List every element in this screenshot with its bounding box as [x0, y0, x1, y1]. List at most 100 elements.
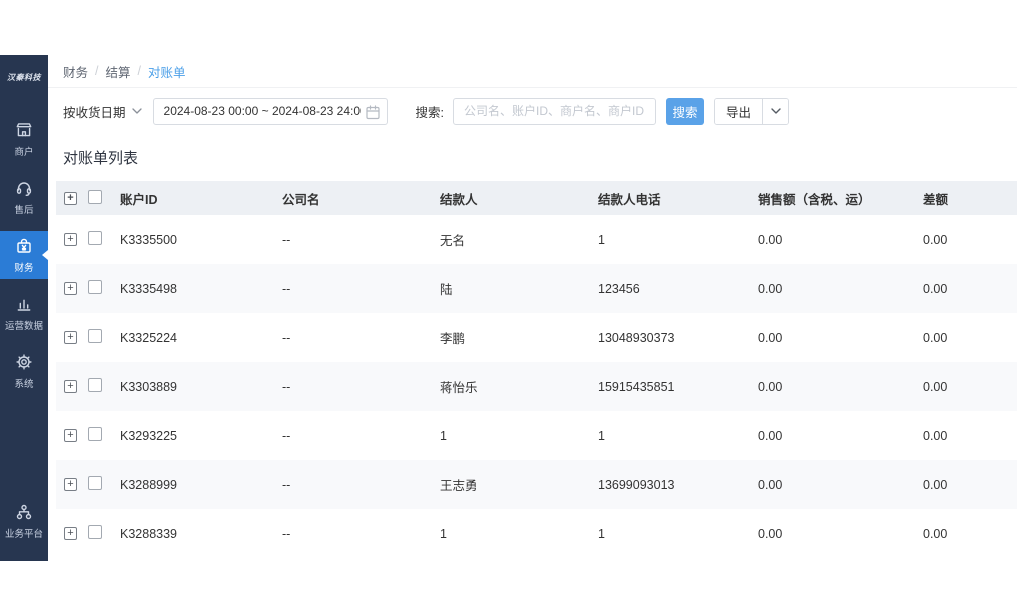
- store-icon: [16, 123, 32, 137]
- row-checkbox[interactable]: [88, 378, 102, 392]
- cell-payee-phone: 1: [598, 232, 605, 247]
- sidebar-item-aftersales[interactable]: 售后: [0, 173, 48, 221]
- row-checkbox[interactable]: [88, 427, 102, 441]
- cell-payee-phone: 1: [598, 428, 605, 443]
- cell-sales: 0.00: [758, 379, 783, 394]
- cell-payee: 1: [440, 526, 447, 541]
- chevron-down-icon: [770, 107, 781, 114]
- date-range-input[interactable]: [153, 104, 387, 118]
- cell-payee-phone: 13699093013: [598, 477, 675, 492]
- page-title: 对账单列表: [63, 150, 139, 167]
- cell-difference: 0.00: [923, 330, 948, 345]
- cell-difference: 0.00: [923, 232, 948, 247]
- cell-payee: 陆: [440, 283, 453, 297]
- cell-account-id: K3293225: [120, 428, 178, 443]
- expand-all-button[interactable]: +: [64, 191, 77, 205]
- cell-difference: 0.00: [923, 477, 948, 492]
- sidebar-item-operations-data[interactable]: 运营数据: [0, 289, 48, 337]
- row-checkbox[interactable]: [88, 525, 102, 539]
- cell-difference: 0.00: [923, 526, 948, 541]
- column-header-sales: 销售额（含税、运）: [758, 192, 871, 207]
- breadcrumb: 财务 / 结算 / 对账单: [48, 55, 1017, 88]
- row-expand-button[interactable]: +: [64, 478, 77, 491]
- cell-company: --: [282, 428, 291, 443]
- date-type-label: 按收货日期: [63, 105, 126, 120]
- breadcrumb-settlement[interactable]: 结算: [106, 62, 131, 81]
- cell-difference: 0.00: [923, 379, 948, 394]
- row-expand-button[interactable]: +: [64, 282, 77, 295]
- sidebar-item-label: 财务: [14, 263, 34, 274]
- table-row: + K3335500 -- 无名 1 0.00 0.00: [56, 215, 1017, 264]
- main-content: 财务 / 结算 / 对账单 按收货日期 搜索: 搜索 导出: [48, 55, 1017, 606]
- cell-sales: 0.00: [758, 428, 783, 443]
- cell-company: --: [282, 526, 291, 541]
- statements-table: + 账户ID 公司名 结款人 结款人电话 销售额（含税、运） 差额 + K333…: [56, 181, 1017, 558]
- cell-difference: 0.00: [923, 281, 948, 296]
- row-expand-button[interactable]: +: [64, 331, 77, 344]
- cell-payee: 无名: [440, 234, 466, 248]
- cell-company: --: [282, 379, 291, 394]
- select-all-checkbox[interactable]: [88, 189, 102, 204]
- cell-sales: 0.00: [758, 232, 783, 247]
- cell-company: --: [282, 477, 291, 492]
- sidebar-item-label: 商户: [14, 147, 34, 158]
- column-header-account-id: 账户ID: [120, 192, 158, 207]
- search-button[interactable]: 搜索: [666, 97, 704, 125]
- breadcrumb-statement[interactable]: 对账单: [148, 62, 186, 81]
- cell-payee-phone: 1: [598, 526, 605, 541]
- sidebar-item-label: 系统: [14, 379, 34, 390]
- sidebar-item-merchant[interactable]: 商户: [0, 115, 48, 163]
- calendar-icon: [365, 104, 380, 119]
- breadcrumb-separator: /: [95, 64, 99, 78]
- row-expand-button[interactable]: +: [64, 429, 77, 442]
- row-expand-button[interactable]: +: [64, 527, 77, 540]
- bar-chart-icon: [17, 299, 31, 311]
- export-button[interactable]: 导出: [715, 98, 763, 124]
- row-expand-button[interactable]: +: [64, 233, 77, 246]
- column-header-company: 公司名: [282, 192, 320, 207]
- table-row: + K3335498 -- 陆 123456 0.00 0.00: [56, 264, 1017, 313]
- sidebar-item-system[interactable]: 系统: [0, 347, 48, 395]
- sidebar-item-finance[interactable]: 财务: [0, 231, 48, 279]
- brand-logo: 汉秦科技: [0, 64, 48, 90]
- cell-difference: 0.00: [923, 428, 948, 443]
- breadcrumb-separator: /: [137, 64, 141, 78]
- export-dropdown-button[interactable]: [762, 98, 789, 124]
- column-header-payee-phone: 结款人电话: [598, 192, 661, 207]
- cell-account-id: K3303889: [120, 379, 178, 394]
- chevron-down-icon: [131, 107, 142, 114]
- sitemap-icon: [16, 504, 32, 520]
- cell-account-id: K3288339: [120, 526, 178, 541]
- search-input[interactable]: [453, 97, 656, 125]
- cell-company: --: [282, 232, 291, 247]
- search-label: 搜索:: [415, 105, 444, 120]
- table-row: + K3325224 -- 李鹏 13048930373 0.00 0.00: [56, 313, 1017, 362]
- row-checkbox[interactable]: [88, 231, 102, 245]
- column-header-payee: 结款人: [440, 192, 478, 207]
- sidebar-item-business-platform[interactable]: 业务平台: [0, 497, 48, 545]
- cell-sales: 0.00: [758, 281, 783, 296]
- row-expand-button[interactable]: +: [64, 380, 77, 393]
- row-checkbox[interactable]: [88, 280, 102, 294]
- cell-company: --: [282, 281, 291, 296]
- breadcrumb-finance[interactable]: 财务: [63, 62, 88, 81]
- cashbox-icon: [17, 238, 31, 253]
- sidebar-item-label: 运营数据: [5, 321, 43, 332]
- date-type-select[interactable]: 按收货日期: [63, 102, 142, 121]
- row-checkbox[interactable]: [88, 329, 102, 343]
- sidebar: 汉秦科技 商户 售后 财务 运营数据 系统 业务平台: [0, 55, 48, 561]
- cell-payee: 蒋怡乐: [440, 381, 478, 395]
- filter-bar: 按收货日期 搜索: 搜索 导出: [48, 97, 1017, 125]
- cell-sales: 0.00: [758, 477, 783, 492]
- cell-account-id: K3325224: [120, 330, 178, 345]
- export-split-button: 导出: [714, 97, 790, 125]
- table-body: + K3335500 -- 无名 1 0.00 0.00 + K3335498 …: [56, 215, 1017, 558]
- row-checkbox[interactable]: [88, 476, 102, 490]
- table-row: + K3288339 -- 1 1 0.00 0.00: [56, 509, 1017, 558]
- cell-payee: 李鹏: [440, 332, 466, 346]
- date-range-picker[interactable]: [152, 97, 388, 125]
- cell-payee-phone: 13048930373: [598, 330, 675, 345]
- column-header-difference: 差额: [923, 192, 949, 207]
- table-row: + K3288999 -- 王志勇 13699093013 0.00 0.00: [56, 460, 1017, 509]
- cell-payee-phone: 123456: [598, 281, 640, 296]
